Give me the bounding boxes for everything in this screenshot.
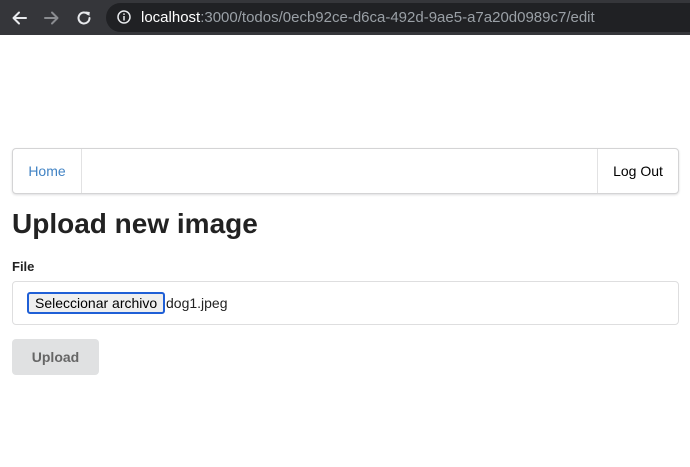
file-field-label: File <box>12 259 35 274</box>
back-button[interactable] <box>8 7 30 29</box>
reload-icon <box>77 11 91 25</box>
back-arrow-icon <box>12 11 27 25</box>
url-host: localhost <box>141 9 201 26</box>
page-title: Upload new image <box>12 208 258 239</box>
home-link[interactable]: Home <box>13 149 82 193</box>
selected-file-name: dog1.jpeg <box>166 295 228 311</box>
top-menu: Home Log Out <box>12 148 679 194</box>
info-icon[interactable] <box>117 10 131 24</box>
upload-button[interactable]: Upload <box>12 339 99 375</box>
browser-toolbar: localhost:3000/todos/0ecb92ce-d6ca-492d-… <box>0 0 690 35</box>
forward-arrow-icon <box>44 11 59 25</box>
url-text[interactable]: localhost:3000/todos/0ecb92ce-d6ca-492d-… <box>141 3 595 32</box>
file-input[interactable]: Seleccionar archivo dog1.jpeg <box>12 281 679 325</box>
url-path: :3000/todos/0ecb92ce-d6ca-492d-9ae5-a7a2… <box>200 9 595 26</box>
logout-link[interactable]: Log Out <box>597 149 678 193</box>
forward-button[interactable] <box>41 7 63 29</box>
address-bar[interactable]: localhost:3000/todos/0ecb92ce-d6ca-492d-… <box>106 3 690 32</box>
choose-file-button[interactable]: Seleccionar archivo <box>27 292 166 314</box>
reload-button[interactable] <box>73 7 95 29</box>
